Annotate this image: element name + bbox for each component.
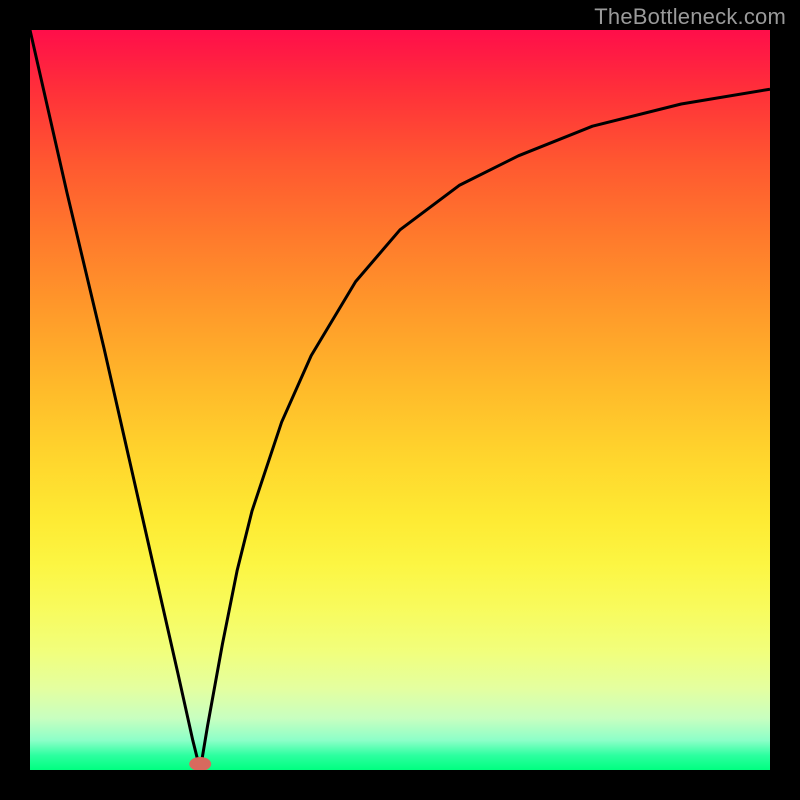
chart-frame: TheBottleneck.com <box>0 0 800 800</box>
plot-area <box>30 30 770 770</box>
curve-right-branch <box>200 89 770 770</box>
watermark-text: TheBottleneck.com <box>594 4 786 30</box>
curve-left-branch <box>30 30 200 770</box>
minimum-marker <box>189 757 211 770</box>
curve-layer <box>30 30 770 770</box>
